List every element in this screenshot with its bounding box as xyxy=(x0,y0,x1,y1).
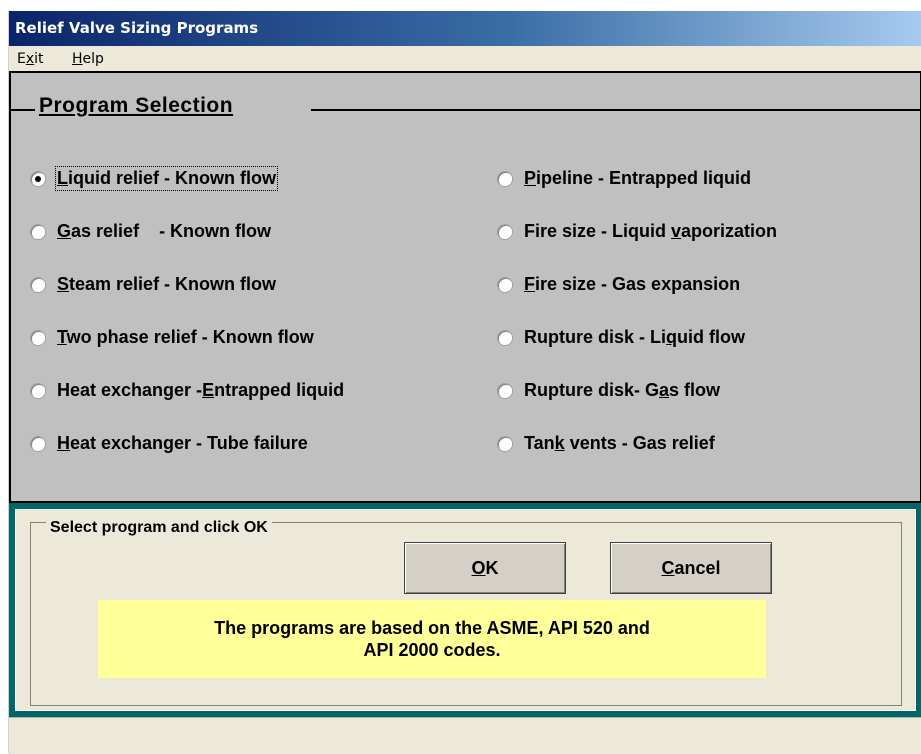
program-option-label: Rupture disk- Gas flow xyxy=(524,380,721,400)
radio-button-icon[interactable] xyxy=(498,277,512,292)
info-note-line: API 2000 codes. xyxy=(363,640,501,660)
program-option-label: Rupture disk - Liquid flow xyxy=(524,327,745,347)
menu-help[interactable]: Help xyxy=(72,51,104,67)
program-option-label: Heat exchanger - Tube failure xyxy=(57,433,308,453)
radio-button-icon[interactable] xyxy=(31,224,45,239)
program-option[interactable]: Rupture disk- Gas flow xyxy=(498,380,720,401)
group-frame-line xyxy=(311,109,920,111)
program-selection-panel: Program Selection Liquid relief - Known … xyxy=(9,71,921,503)
radio-button-icon[interactable] xyxy=(31,330,45,345)
radio-button-icon[interactable] xyxy=(498,224,512,239)
action-area: Select program and click OK OK Cancel Th… xyxy=(9,503,921,717)
radio-button-icon[interactable] xyxy=(31,383,45,398)
program-option-label: Gas relief - Known flow xyxy=(57,221,272,241)
action-area-inner: Select program and click OK OK Cancel Th… xyxy=(15,509,916,711)
radio-button-icon[interactable] xyxy=(498,436,512,451)
program-option[interactable]: Heat exchanger - Tube failure xyxy=(31,433,308,454)
menu-bar: Exit Help xyxy=(9,46,921,70)
program-option[interactable]: Fire size - Liquid vaporization xyxy=(498,221,777,242)
program-option-label: Pipeline - Entrapped liquid xyxy=(524,168,752,188)
program-option[interactable]: Two phase relief - Known flow xyxy=(31,327,314,348)
program-selection-title: Program Selection xyxy=(35,94,238,118)
program-option[interactable]: Tank vents - Gas relief xyxy=(498,433,715,454)
ok-button[interactable]: OK xyxy=(404,542,566,594)
program-option-label: Steam relief - Known flow xyxy=(57,274,277,294)
program-option[interactable]: Rupture disk - Liquid flow xyxy=(498,327,745,348)
program-option[interactable]: Pipeline - Entrapped liquid xyxy=(498,168,751,189)
app-window: Relief Valve Sizing Programs Exit Help P… xyxy=(8,11,921,754)
radio-button-icon[interactable] xyxy=(498,171,512,186)
program-option[interactable]: Gas relief - Known flow xyxy=(31,221,271,242)
program-option-label: Heat exchanger -Entrapped liquid xyxy=(57,380,345,400)
info-note-line: The programs are based on the ASME, API … xyxy=(214,618,650,638)
menu-exit[interactable]: Exit xyxy=(17,51,44,67)
program-option-label: Two phase relief - Known flow xyxy=(57,327,314,347)
window-title: Relief Valve Sizing Programs xyxy=(15,19,259,37)
program-option-label: Tank vents - Gas relief xyxy=(524,433,715,453)
program-option-label: Liquid relief - Known flow xyxy=(55,166,278,191)
info-note: The programs are based on the ASME, API … xyxy=(98,600,766,678)
status-bar xyxy=(9,717,921,754)
cancel-button[interactable]: Cancel xyxy=(610,542,772,594)
program-option-label: Fire size - Liquid vaporization xyxy=(524,221,778,241)
program-option[interactable]: Fire size - Gas expansion xyxy=(498,274,740,295)
program-option[interactable]: Heat exchanger -Entrapped liquid xyxy=(31,380,344,401)
radio-button-icon[interactable] xyxy=(31,436,45,451)
program-option[interactable]: Steam relief - Known flow xyxy=(31,274,276,295)
radio-button-icon[interactable] xyxy=(31,171,45,186)
title-bar[interactable]: Relief Valve Sizing Programs xyxy=(9,11,921,46)
radio-button-icon[interactable] xyxy=(498,383,512,398)
group-frame-line xyxy=(11,109,35,111)
radio-button-icon[interactable] xyxy=(498,330,512,345)
select-label: Select program and click OK xyxy=(46,519,272,537)
program-option[interactable]: Liquid relief - Known flow xyxy=(31,166,278,191)
program-option-label: Fire size - Gas expansion xyxy=(524,274,741,294)
radio-button-icon[interactable] xyxy=(31,277,45,292)
